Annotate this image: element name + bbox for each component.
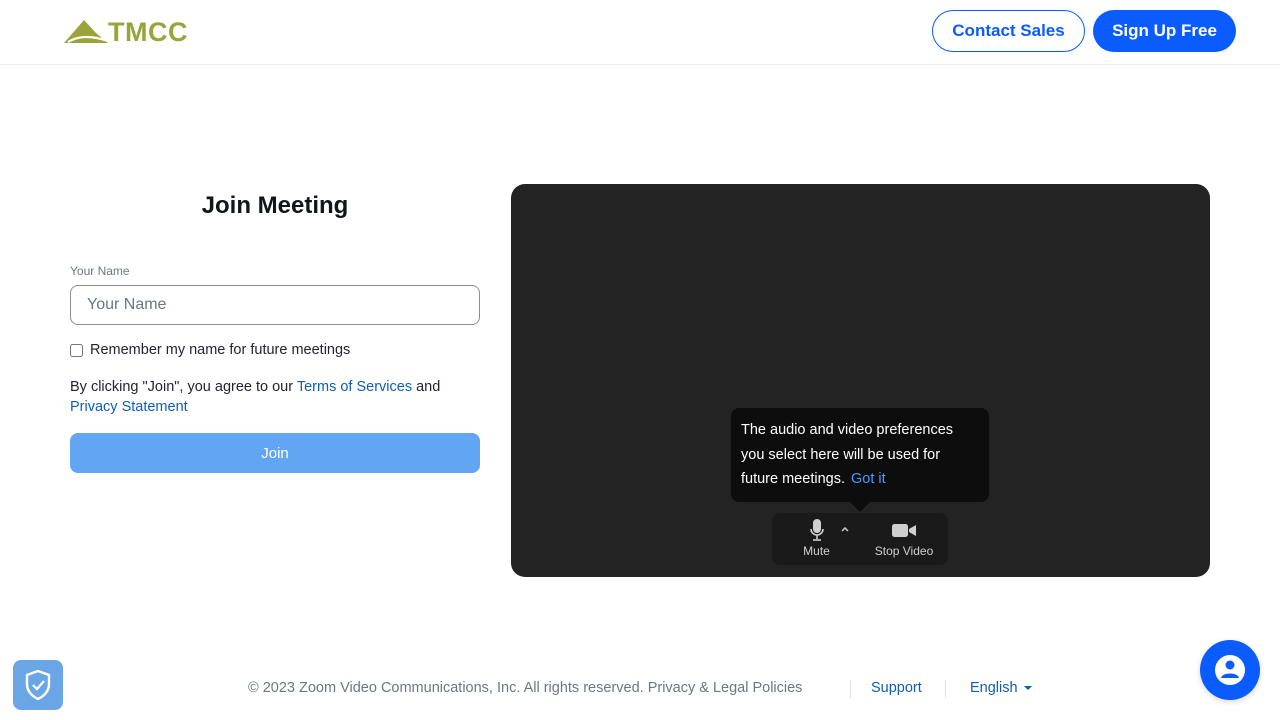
chevron-up-icon[interactable] <box>838 523 852 535</box>
microphone-icon <box>809 519 824 541</box>
privacy-legal-link[interactable]: Privacy & Legal Policies <box>648 680 803 696</box>
preferences-tooltip: The audio and video preferences you sele… <box>731 408 989 502</box>
privacy-statement-link[interactable]: Privacy Statement <box>70 399 188 415</box>
sign-up-free-button[interactable]: Sign Up Free <box>1093 10 1236 52</box>
copyright-line: © 2023 Zoom Video Communications, Inc. A… <box>248 680 648 696</box>
contact-sales-button[interactable]: Contact Sales <box>932 10 1085 52</box>
mountain-logo-icon <box>64 20 109 43</box>
stop-video-label: Stop Video <box>874 544 934 558</box>
remember-name-row[interactable]: Remember my name for future meetings <box>70 342 350 358</box>
join-meeting-title: Join Meeting <box>201 192 349 219</box>
agree-prefix: By clicking "Join", you agree to our <box>70 379 297 395</box>
copyright-text: © 2023 Zoom Video Communications, Inc. A… <box>248 680 802 696</box>
mute-label: Mute <box>803 544 830 558</box>
remember-name-checkbox[interactable] <box>70 344 83 357</box>
tmcc-logo[interactable]: TMCC <box>64 18 204 46</box>
footer-divider <box>850 680 851 698</box>
remember-name-label: Remember my name for future meetings <box>90 342 351 358</box>
video-camera-icon <box>892 524 916 537</box>
join-button[interactable]: Join <box>70 433 480 473</box>
language-selector[interactable]: English <box>970 680 1032 696</box>
agree-and: and <box>412 379 441 395</box>
mute-button[interactable]: Mute <box>794 519 839 558</box>
chatbot-icon <box>1215 655 1245 685</box>
video-preview: The audio and video preferences you sele… <box>511 184 1210 577</box>
caret-down-icon <box>1023 686 1032 690</box>
footer-divider <box>945 680 946 698</box>
logo-text: TMCC <box>108 17 188 47</box>
tooltip-text: The audio and video preferences you sele… <box>741 422 954 487</box>
stop-video-button[interactable]: Stop Video <box>868 519 940 558</box>
your-name-input[interactable] <box>70 285 480 325</box>
preview-controls: Mute Stop Video <box>772 513 948 565</box>
your-name-label: Your Name <box>70 264 130 278</box>
got-it-link[interactable]: Got it <box>851 471 886 487</box>
language-label: English <box>970 680 1018 696</box>
support-link[interactable]: Support <box>871 680 922 696</box>
terms-of-services-link[interactable]: Terms of Services <box>297 379 412 395</box>
top-header: TMCC Contact Sales Sign Up Free <box>0 0 1280 65</box>
tooltip-arrow <box>850 502 870 512</box>
privacy-shield-button[interactable] <box>13 660 63 710</box>
shield-check-icon <box>25 670 51 700</box>
footer: © 2023 Zoom Video Communications, Inc. A… <box>0 678 1280 700</box>
chatbot-button[interactable] <box>1200 640 1260 700</box>
terms-agreement-text: By clicking "Join", you agree to our Ter… <box>70 377 480 417</box>
